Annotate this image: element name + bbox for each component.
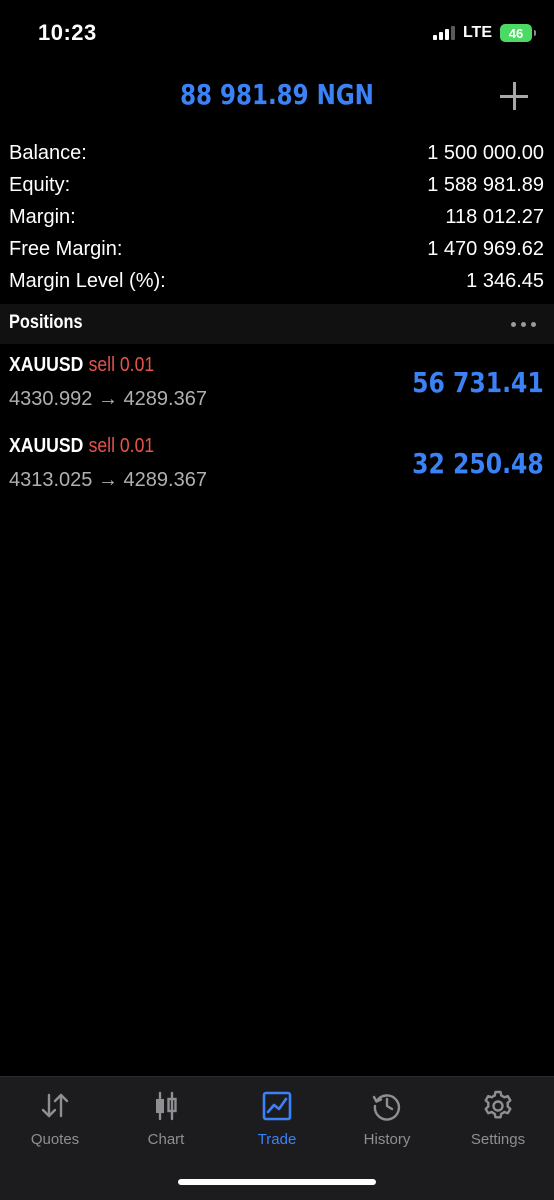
quotes-icon: [41, 1093, 69, 1118]
profit-total: 88 981.89 NGN: [180, 78, 374, 111]
position-title: XAUUSD sell 0.01: [9, 354, 154, 377]
summary-row-balance: Balance: 1 500 000.00: [0, 137, 554, 169]
summary-row-free-margin: Free Margin: 1 470 969.62: [0, 233, 554, 265]
summary-label: Balance:: [9, 142, 87, 164]
candlestick-icon: [156, 1091, 177, 1121]
positions-header: Positions: [0, 304, 554, 344]
position-side: sell 0.01: [88, 354, 155, 376]
position-profit: 56 731.41: [412, 366, 544, 399]
position-title: XAUUSD sell 0.01: [9, 435, 154, 458]
network-type: LTE: [462, 24, 492, 41]
home-indicator[interactable]: [178, 1179, 376, 1185]
tab-settings[interactable]: Settings: [443, 1089, 553, 1159]
positions-title: Positions: [9, 312, 83, 333]
trade-chart-icon: [262, 1091, 292, 1121]
battery-level: 46: [508, 25, 524, 41]
status-indicators: LTE 46: [432, 24, 536, 42]
status-time: 10:23: [38, 20, 97, 45]
gear-icon: [484, 1090, 512, 1119]
signal-icon: [432, 26, 455, 40]
summary-row-equity: Equity: 1 588 981.89: [0, 169, 554, 201]
tab-label: Settings: [470, 1131, 526, 1148]
tab-trade[interactable]: Trade: [222, 1089, 332, 1159]
history-icon: [372, 1094, 401, 1121]
summary-value: 1 346.45: [466, 270, 544, 292]
summary-label: Equity:: [9, 174, 71, 196]
account-summary: Balance: 1 500 000.00 Equity: 1 588 981.…: [0, 137, 554, 297]
summary-value: 1 500 000.00: [427, 142, 544, 164]
tab-label: Quotes: [30, 1131, 80, 1148]
summary-value: 118 012.27: [445, 206, 544, 228]
position-row[interactable]: XAUUSD sell 0.01 4330.992 → 4289.367 56 7…: [0, 344, 554, 424]
summary-row-margin-level: Margin Level (%): 1 346.45: [0, 265, 554, 297]
summary-value: 1 588 981.89: [427, 174, 544, 196]
summary-value: 1 470 969.62: [427, 238, 544, 260]
tab-label: Chart: [147, 1131, 185, 1148]
summary-label: Margin Level (%):: [9, 270, 166, 292]
summary-row-margin: Margin: 118 012.27: [0, 201, 554, 233]
summary-label: Margin:: [9, 206, 76, 228]
status-bar: 10:23 LTE 46: [0, 0, 554, 68]
tab-history[interactable]: History: [332, 1089, 442, 1159]
summary-label: Free Margin:: [9, 238, 123, 260]
position-prices: 4313.025 → 4289.367: [9, 469, 207, 491]
tab-label: Trade: [257, 1131, 297, 1148]
position-side: sell 0.01: [88, 435, 155, 457]
plus-icon[interactable]: [500, 82, 528, 110]
tab-chart[interactable]: Chart: [111, 1089, 221, 1159]
position-symbol: XAUUSD: [9, 435, 84, 457]
position-profit: 32 250.48: [412, 447, 544, 480]
battery-icon: 46: [500, 24, 536, 42]
tab-quotes[interactable]: Quotes: [0, 1089, 110, 1159]
position-row[interactable]: XAUUSD sell 0.01 4313.025 → 4289.367 32 2…: [0, 425, 554, 505]
header: 88 981.89 NGN: [0, 70, 554, 126]
more-icon[interactable]: [511, 322, 536, 327]
position-symbol: XAUUSD: [9, 354, 84, 376]
tab-label: History: [363, 1131, 411, 1148]
position-prices: 4330.992 → 4289.367: [9, 388, 207, 410]
